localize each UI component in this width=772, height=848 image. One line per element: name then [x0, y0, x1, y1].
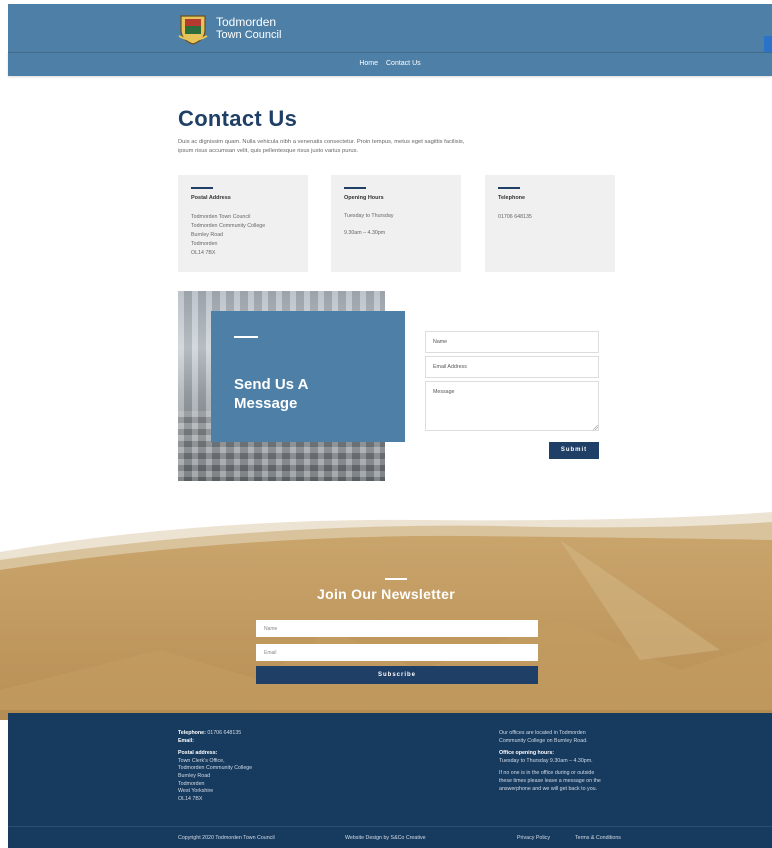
footer: [8, 713, 772, 848]
brand-line-2: Town Council: [216, 29, 282, 41]
card-line: Todmorden Town Council: [191, 214, 251, 220]
postal-line: West Yorkshire: [178, 788, 214, 795]
email-address-field[interactable]: Email Address: [425, 356, 599, 378]
send-message-panel: Send Us A Message: [211, 311, 405, 442]
message-line: If no one is in the office during or out…: [499, 770, 595, 777]
card-line: [344, 221, 393, 229]
nav-contact-us[interactable]: Contact Us: [386, 60, 421, 67]
council-crest-icon[interactable]: [176, 12, 210, 46]
footer-divider: [8, 826, 772, 827]
nav-bar: Home Contact Us: [8, 52, 772, 76]
footer-info-column: Our offices are located in Todmorden Com…: [499, 730, 601, 793]
resize-handle-icon[interactable]: [593, 425, 598, 430]
terms-link[interactable]: Terms & Conditions: [575, 835, 621, 841]
postal-line: Todmorden Community College: [178, 765, 253, 772]
subscribe-button[interactable]: Subscribe: [256, 666, 538, 684]
card-body: Todmorden Town Council Todmorden Communi…: [191, 213, 265, 258]
card-title: Opening Hours: [344, 195, 384, 201]
card-body: 01706 648135: [498, 213, 532, 222]
newsletter-title: Join Our Newsletter: [317, 586, 455, 602]
brand-name[interactable]: Todmorden Town Council: [216, 16, 281, 41]
brand-line-1: Todmorden: [216, 15, 277, 29]
card-line: Tuesday to Thursday: [344, 213, 394, 219]
email-label: Email:: [178, 737, 194, 744]
design-credit-link[interactable]: Website Design by S&Co Creative: [345, 835, 426, 841]
telephone-number[interactable]: 01706 648135: [498, 213, 532, 222]
card-accent: [498, 187, 520, 189]
opening-hours-card: Opening Hours Tuesday to Thursday 9.30am…: [331, 175, 461, 272]
newsletter-email-field[interactable]: Email: [256, 644, 538, 661]
page: Todmorden Town Council Home Contact Us C…: [0, 0, 772, 848]
nav-home[interactable]: Home: [359, 60, 378, 67]
telephone-label: Telephone:: [178, 730, 206, 736]
hours-text: Tuesday to Thursday 9.30am – 4.30pm.: [499, 757, 593, 764]
panel-accent: [234, 336, 258, 338]
telephone-card: Telephone 01706 648135: [485, 175, 615, 272]
send-message-title: Send Us A Message: [234, 375, 308, 413]
newsletter-name-field[interactable]: Name: [256, 620, 538, 637]
newsletter-background: [0, 512, 772, 720]
intro-text: Duis ac dignissim quam. Nulla vehicula n…: [178, 139, 465, 154]
postal-line: OL14 7BX: [178, 795, 203, 802]
card-line: Todmorden Community College: [191, 223, 266, 229]
submit-button[interactable]: Submit: [549, 442, 599, 459]
privacy-policy-link[interactable]: Privacy Policy: [517, 835, 550, 841]
message-line: these times please leave a message on th…: [499, 777, 601, 784]
location-line: Community College on Burnley Road.: [499, 737, 588, 744]
card-title: Telephone: [498, 195, 526, 201]
name-field[interactable]: Name: [425, 331, 599, 353]
footer-telephone-number[interactable]: 01706 648135: [207, 730, 241, 736]
card-accent: [344, 187, 366, 189]
postal-address-card: Postal Address Todmorden Town Council To…: [178, 175, 308, 272]
card-title: Postal Address: [191, 195, 231, 201]
header-bar: [8, 4, 772, 52]
postal-line: Town Clerk's Office,: [178, 757, 225, 764]
newsletter-accent: [385, 578, 407, 580]
card-line: OL14 7BX: [191, 250, 216, 256]
send-message-title-line-2: Message: [234, 395, 298, 412]
postal-line: Todmorden: [178, 780, 205, 787]
postal-label: Postal address:: [178, 750, 218, 757]
card-accent: [191, 187, 213, 189]
message-line: answerphone and we will get back to you.: [499, 785, 598, 792]
footer-telephone: Telephone: 01706 648135: [178, 730, 252, 738]
copyright-text: Copyright 2020 Todmorden Town Council: [178, 835, 275, 841]
card-line: Burnley Road: [191, 232, 224, 238]
card-body: Tuesday to Thursday 9.30am – 4.30pm: [344, 212, 393, 238]
message-textarea[interactable]: Message: [425, 381, 599, 431]
card-line: 9.30am – 4.30pm: [344, 230, 386, 236]
footer-contact-column: Telephone: 01706 648135 Email: Postal ad…: [178, 730, 252, 803]
hours-label: Office opening hours:: [499, 750, 555, 757]
card-line: Todmorden: [191, 241, 218, 247]
location-line: Our offices are located in Todmorden: [499, 730, 586, 736]
postal-line: Burnley Road: [178, 772, 211, 779]
page-title: Contact Us: [178, 106, 298, 131]
send-message-title-line-1: Send Us A: [234, 376, 309, 393]
